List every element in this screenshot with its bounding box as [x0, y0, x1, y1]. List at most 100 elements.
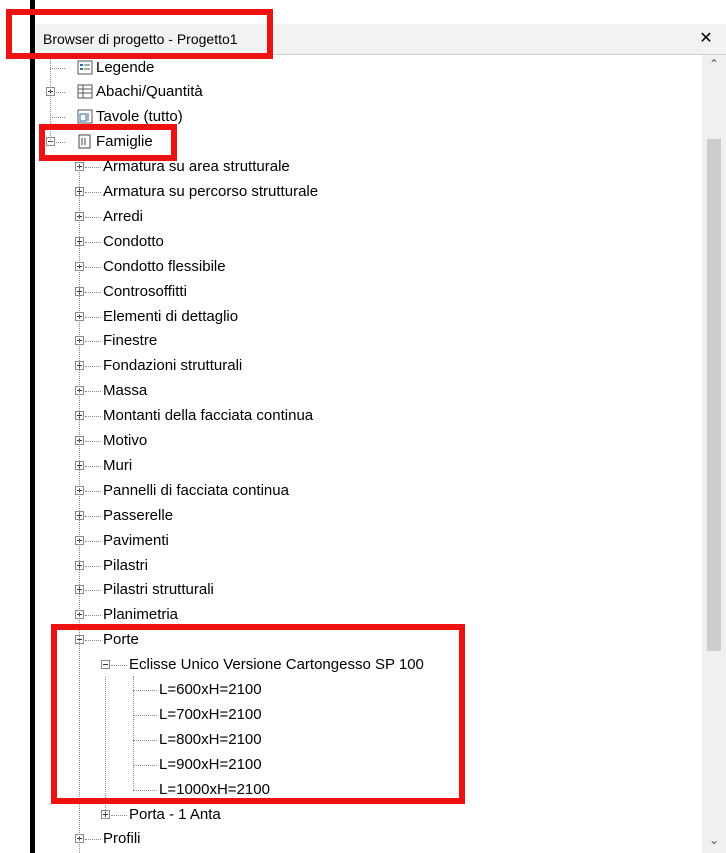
tree-category-item[interactable]: Finestre: [35, 330, 695, 352]
tree-connector: [85, 590, 101, 592]
tree-connector: [85, 615, 101, 617]
tree-item-famiglie[interactable]: Famiglie: [35, 131, 695, 153]
tree-guide-line: [79, 155, 80, 853]
tree-connector: [85, 167, 101, 169]
tree-category-item[interactable]: Fondazioni strutturali: [35, 355, 695, 377]
tree-connector: [85, 490, 101, 492]
tree-connector: [133, 789, 157, 791]
tree-connector: [111, 665, 127, 667]
tree-item-label: L=700xH=2100: [159, 705, 262, 723]
tree-type-item[interactable]: L=900xH=2100: [35, 754, 695, 776]
tree-item-porte[interactable]: Porte: [35, 629, 695, 651]
tree-category-item[interactable]: Montanti della facciata continua: [35, 405, 695, 427]
tree-category-item[interactable]: Arredi: [35, 206, 695, 228]
tree-connector: [85, 540, 101, 542]
tree-connector: [133, 714, 157, 716]
tree-item-label: Famiglie: [96, 133, 153, 151]
close-icon[interactable]: ✕: [696, 28, 716, 50]
tree-connector: [85, 341, 101, 343]
tree-type-item[interactable]: L=700xH=2100: [35, 704, 695, 726]
tree-category-item[interactable]: Pannelli di facciata continua: [35, 480, 695, 502]
tree-item-label: Porte: [103, 631, 139, 649]
panel-title: Browser di progetto - Progetto1: [43, 31, 238, 47]
tree-connector: [85, 565, 101, 567]
tree-category-item[interactable]: Condotto: [35, 231, 695, 253]
tree-item-label: Eclisse Unico Versione Cartongesso SP 10…: [129, 656, 424, 674]
tree-item-label: Pannelli di facciata continua: [103, 481, 289, 499]
tree-category-item[interactable]: Massa: [35, 380, 695, 402]
tree-item-legende[interactable]: Legende: [35, 57, 695, 79]
tree-guide-line: [133, 676, 134, 790]
tree-item-label: L=1000xH=2100: [159, 780, 270, 798]
tree-connector: [85, 391, 101, 393]
tree-category-item[interactable]: Passerelle: [35, 505, 695, 527]
tree-item-label: Massa: [103, 382, 148, 400]
schedule-icon: [77, 84, 93, 99]
tree-category-item[interactable]: Profili: [35, 828, 695, 850]
tree-item-label: Armatura su percorso strutturale: [103, 183, 319, 200]
tree-category-item[interactable]: Armatura su percorso strutturale: [35, 181, 695, 203]
tree-connector: [50, 117, 65, 119]
vertical-scrollbar[interactable]: ⌃ ⌄: [702, 55, 726, 853]
tree-item-label: Pavimenti: [103, 531, 169, 549]
tree-connector: [56, 142, 65, 144]
tree-item-label: L=600xH=2100: [159, 681, 262, 698]
tree-connector: [133, 739, 157, 741]
scrollbar-thumb[interactable]: [707, 139, 721, 651]
tree-family-eclisse[interactable]: Eclisse Unico Versione Cartongesso SP 10…: [35, 654, 695, 676]
tree-category-item[interactable]: Motivo: [35, 430, 695, 452]
tree-item-label: Controsoffitti: [103, 282, 187, 300]
scroll-down-icon[interactable]: ⌄: [702, 833, 726, 853]
tree-connector: [85, 441, 101, 442]
family-icon: [77, 134, 93, 149]
tree-connector: [85, 366, 101, 368]
tree-category-item[interactable]: Pilastri strutturali: [35, 579, 695, 601]
tree-item-label: Profili: [103, 830, 141, 848]
tree-connector: [111, 814, 127, 816]
tree-connector: [85, 291, 101, 293]
tree-item-label: Condotto flessibile: [103, 257, 226, 275]
tree-category-item[interactable]: Controsoffitti: [35, 281, 695, 303]
tree-connector: [85, 839, 101, 841]
tree-item-label: Fondazioni strutturali: [103, 357, 243, 375]
tree-item-tavole-tutto-[interactable]: Tavole (tutto): [35, 106, 695, 128]
tree-category-item[interactable]: Muri: [35, 455, 695, 477]
tree-category-item[interactable]: Elementi di dettaglio: [35, 306, 695, 328]
project-browser-tree: Legende Abachi/Quantità Tavole (tutto) Fami…: [35, 55, 702, 853]
tree-type-item[interactable]: L=600xH=2100: [35, 679, 695, 701]
tree-item-label: Pilastri: [103, 556, 149, 574]
collapse-icon[interactable]: [101, 660, 110, 670]
tree-item-abachi-quantit-[interactable]: Abachi/Quantità: [35, 81, 695, 103]
panel-title-bar: Browser di progetto - Progetto1 ✕: [35, 24, 726, 55]
tree-category-item[interactable]: Armatura su area strutturale: [35, 156, 695, 178]
tree-type-item[interactable]: L=800xH=2100: [35, 729, 695, 751]
tree-type-item[interactable]: L=1000xH=2100: [35, 779, 695, 801]
tree-item-label: Montanti della facciata continua: [103, 407, 314, 425]
tree-category-item[interactable]: Pavimenti: [35, 530, 695, 552]
tree-item-label: Motivo: [103, 432, 148, 449]
tree-item-label: Armatura su area strutturale: [103, 158, 290, 176]
tree-item-label: Abachi/Quantità: [96, 83, 203, 101]
tree-item-label: L=800xH=2100: [159, 730, 262, 748]
tree-connector: [85, 515, 101, 517]
tree-connector: [85, 266, 101, 268]
tree-category-item[interactable]: Pilastri: [35, 555, 695, 577]
tree-item-label: L=900xH=2100: [159, 755, 262, 773]
tree-item-label: Planimetria: [103, 606, 179, 624]
tree-category-item[interactable]: Planimetria: [35, 604, 695, 626]
tree-category-item[interactable]: Condotto flessibile: [35, 256, 695, 278]
tree-family-porta-1-anta[interactable]: Porta - 1 Anta: [35, 804, 695, 826]
tree-connector: [133, 764, 157, 766]
tree-guide-line: [50, 55, 51, 143]
tree-item-label: Porta - 1 Anta: [129, 805, 221, 823]
tree-item-label: Legende: [96, 58, 155, 76]
tree-connector: [85, 416, 101, 418]
tree-connector: [85, 465, 101, 467]
tree-item-label: Pilastri strutturali: [103, 581, 214, 599]
tree-item-label: Muri: [103, 456, 133, 474]
tree-connector: [85, 216, 101, 218]
scroll-up-icon[interactable]: ⌃: [702, 57, 726, 77]
legend-icon: [77, 60, 93, 75]
tree-item-label: Arredi: [103, 207, 144, 225]
tree-connector: [85, 192, 101, 193]
